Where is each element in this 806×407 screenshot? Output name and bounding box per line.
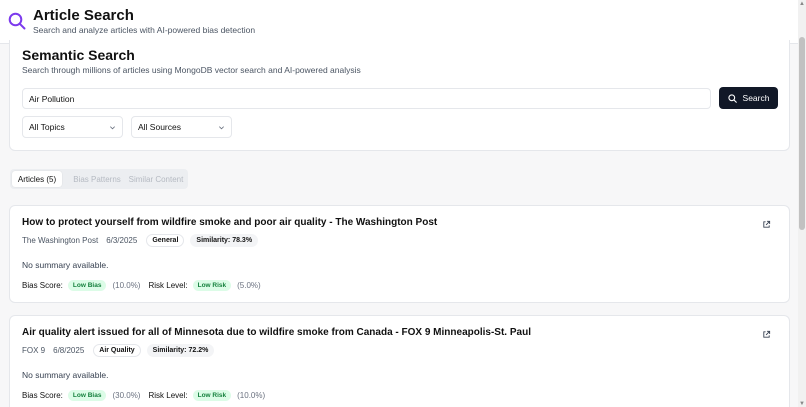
- source-select-value: All Sources: [138, 122, 181, 132]
- topic-chip: Air Quality: [93, 343, 141, 357]
- search-input[interactable]: [22, 88, 711, 109]
- article-title[interactable]: How to protect yourself from wildfire sm…: [22, 217, 437, 228]
- search-title: Semantic Search: [22, 47, 135, 63]
- risk-percent: (10.0%): [237, 390, 266, 400]
- article-summary: No summary available.: [22, 260, 109, 270]
- risk-percent: (5.0%): [237, 280, 261, 290]
- article-scores: Bias Score: Low Bias (30.0%) Risk Level:…: [22, 389, 273, 401]
- bias-badge: Low Bias: [67, 279, 107, 291]
- source-select[interactable]: All Sources: [131, 116, 232, 138]
- article-source: FOX 9: [22, 345, 46, 355]
- bias-badge: Low Bias: [67, 389, 107, 401]
- article-meta: FOX 9 6/8/2025 Air Quality Similarity: 7…: [22, 343, 215, 357]
- search-description: Search through millions of articles usin…: [22, 65, 361, 75]
- risk-badge: Low Risk: [192, 389, 232, 401]
- article-title[interactable]: Air quality alert issued for all of Minn…: [22, 327, 531, 338]
- risk-badge: Low Risk: [192, 279, 232, 291]
- topic-chip: General: [146, 233, 185, 247]
- chevron-down-icon: [110, 125, 115, 129]
- app-title: Article Search: [33, 7, 134, 24]
- tab-articles[interactable]: Articles (5): [12, 171, 62, 187]
- topic-select-value: All Topics: [29, 122, 65, 132]
- article-card: How to protect yourself from wildfire sm…: [9, 205, 790, 303]
- topic-select[interactable]: All Topics: [22, 116, 123, 138]
- external-link-icon[interactable]: [762, 330, 771, 339]
- risk-level-label: Risk Level:: [148, 280, 188, 290]
- search-button[interactable]: Search: [719, 87, 778, 109]
- article-date: 6/8/2025: [53, 345, 85, 355]
- external-link-icon[interactable]: [762, 220, 771, 229]
- risk-level-label: Risk Level:: [148, 390, 188, 400]
- chevron-down-icon: [219, 125, 224, 129]
- search-icon: [727, 93, 737, 103]
- scroll-down-icon[interactable]: ▼: [799, 401, 805, 407]
- bias-percent: (30.0%): [112, 390, 141, 400]
- results-tabs: Articles (5) Bias Patterns Similar Conte…: [10, 169, 188, 189]
- scroll-up-icon[interactable]: ▲: [799, 1, 805, 7]
- scrollbar-thumb[interactable]: [799, 37, 805, 230]
- article-meta: The Washington Post 6/3/2025 General Sim…: [22, 233, 259, 247]
- search-icon: [8, 12, 26, 30]
- bias-percent: (10.0%): [112, 280, 141, 290]
- article-card: Air quality alert issued for all of Minn…: [9, 315, 790, 407]
- search-card: Semantic Search Search through millions …: [9, 40, 790, 151]
- similarity-chip: Similarity: 72.2%: [146, 343, 215, 357]
- app-subtitle: Search and analyze articles with AI-powe…: [33, 25, 256, 35]
- article-summary: No summary available.: [22, 370, 109, 380]
- bias-score-label: Bias Score:: [22, 280, 63, 290]
- tab-similar-content[interactable]: Similar Content: [126, 171, 186, 187]
- app-header: Article Search Search and analyze articl…: [0, 0, 798, 44]
- scrollbar[interactable]: ▲ ▼: [798, 0, 806, 407]
- article-date: 6/3/2025: [106, 235, 138, 245]
- article-scores: Bias Score: Low Bias (10.0%) Risk Level:…: [22, 279, 269, 291]
- bias-score-label: Bias Score:: [22, 390, 63, 400]
- search-button-label: Search: [742, 93, 770, 103]
- article-source: The Washington Post: [22, 235, 99, 245]
- similarity-chip: Similarity: 78.3%: [190, 233, 259, 247]
- tab-bias-patterns[interactable]: Bias Patterns: [66, 171, 128, 187]
